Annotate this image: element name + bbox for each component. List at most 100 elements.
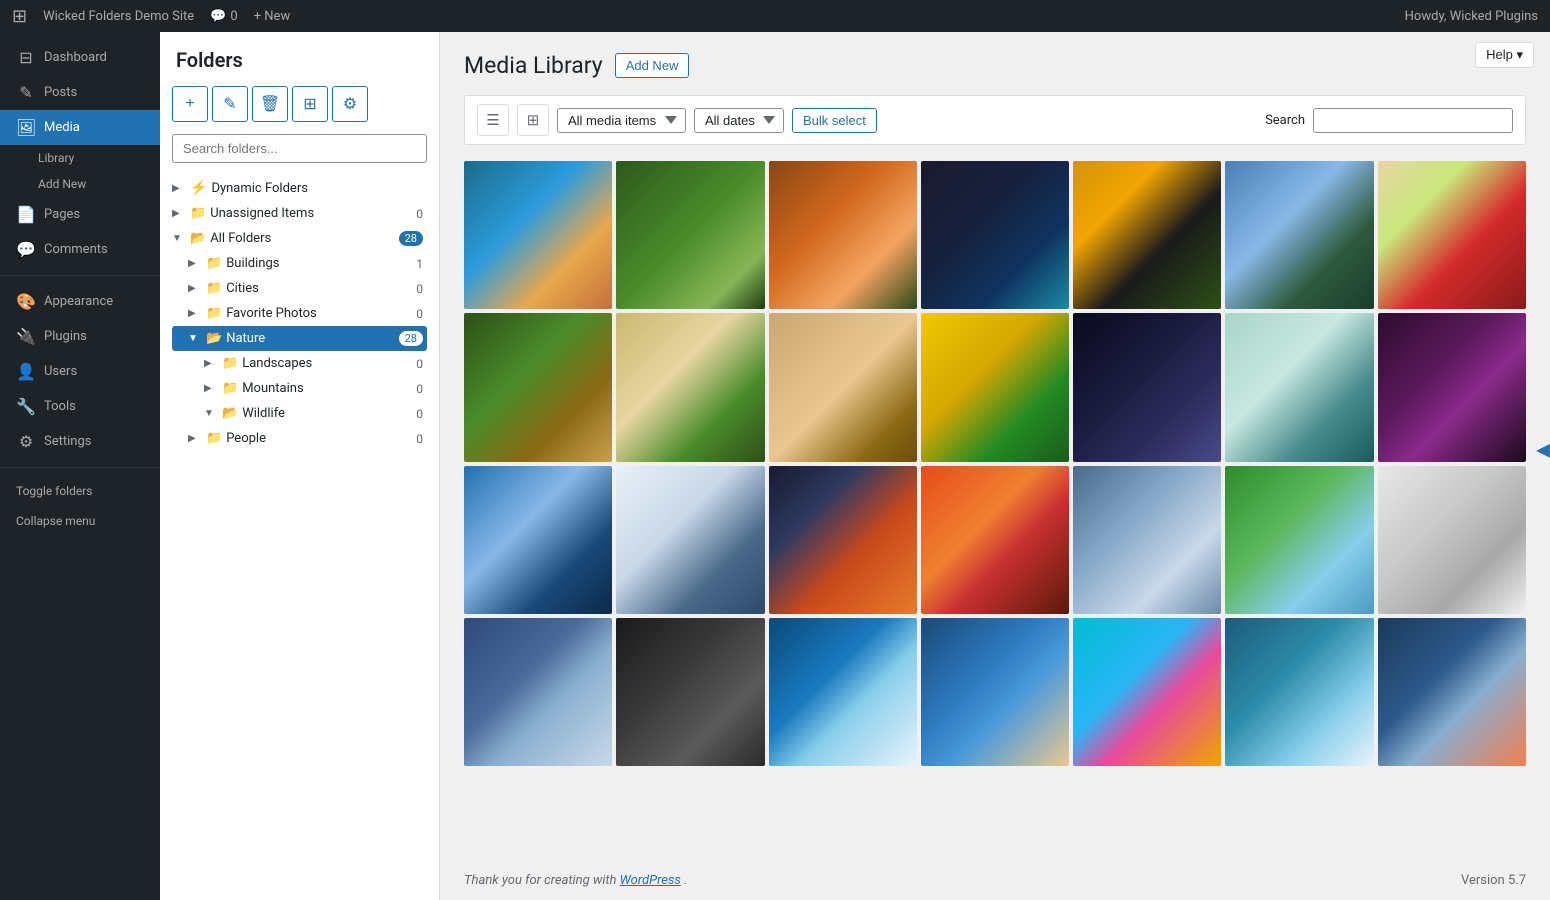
sidebar-item-dashboard[interactable]: ⊟ Dashboard (0, 40, 160, 75)
main-layout: ⊟ Dashboard ✎ Posts 🖼 Media ◀ Library Ad… (0, 32, 1550, 900)
media-item[interactable] (769, 161, 917, 309)
tree-item-dynamic-folders[interactable]: ▶ ⚡ Dynamic Folders (172, 175, 427, 201)
page-title: Media Library (464, 52, 603, 79)
media-item[interactable] (464, 618, 612, 766)
search-input[interactable] (1313, 108, 1513, 133)
media-filter-select[interactable]: All media items (557, 108, 686, 133)
list-view-button[interactable]: ☰ (477, 104, 509, 136)
footer-text: Thank you for creating with (464, 873, 620, 888)
media-item[interactable] (616, 618, 764, 766)
version-text: Version 5.7 (1461, 873, 1526, 888)
media-item[interactable] (1225, 161, 1373, 309)
folder-icon: 📁 (190, 206, 206, 221)
sidebar-item-media[interactable]: 🖼 Media ◀ (0, 110, 160, 145)
media-item[interactable] (1378, 618, 1526, 766)
tree-item-unassigned[interactable]: ▶ 📁 Unassigned Items 0 (172, 201, 427, 226)
chevron-right-icon: ▶ (188, 308, 202, 319)
tree-item-landscapes[interactable]: ▶ 📁 Landscapes 0 (172, 351, 427, 376)
media-item[interactable] (921, 313, 1069, 461)
chevron-right-icon: ▶ (172, 208, 186, 219)
folder-settings-btn[interactable]: ⚙ (332, 86, 368, 122)
media-item[interactable] (464, 466, 612, 614)
tree-item-cities[interactable]: ▶ 📁 Cities 0 (172, 276, 427, 301)
add-new-button[interactable]: Add New (615, 53, 690, 78)
folders-search-input[interactable] (172, 134, 427, 163)
media-item[interactable] (921, 466, 1069, 614)
posts-icon: ✎ (16, 83, 36, 102)
comments-link[interactable]: 💬 0 (210, 9, 238, 24)
wp-logo-icon[interactable]: ⊞ (12, 6, 27, 27)
help-button[interactable]: Help ▾ (1475, 42, 1534, 68)
chevron-down-icon: ▼ (204, 408, 218, 419)
add-nested-folder-btn[interactable]: ⊞ (292, 86, 328, 122)
grid-view-button[interactable]: ⊞ (517, 104, 549, 136)
sidebar-item-posts[interactable]: ✎ Posts (0, 75, 160, 110)
folder-tree: ▶ ⚡ Dynamic Folders ▶ 📁 Unassigned Items… (172, 175, 427, 451)
media-item[interactable] (1073, 313, 1221, 461)
folder-icon: 📁 (206, 306, 222, 321)
sidebar-item-tools[interactable]: 🔧 Tools (0, 389, 160, 424)
media-item[interactable] (921, 161, 1069, 309)
sidebar-item-pages[interactable]: 📄 Pages (0, 197, 160, 232)
users-icon: 👤 (16, 362, 36, 381)
sidebar-sub-library[interactable]: Library (0, 145, 160, 171)
chevron-right-icon: ▶ (188, 433, 202, 444)
bulk-select-button[interactable]: Bulk select (792, 108, 877, 133)
media-item[interactable] (464, 161, 612, 309)
media-icon: 🖼 (16, 118, 36, 137)
content-header: Media Library Add New (464, 52, 1526, 79)
wordpress-link[interactable]: WordPress (620, 873, 681, 888)
sidebar-item-users[interactable]: 👤 Users (0, 354, 160, 389)
media-item[interactable] (769, 618, 917, 766)
tree-item-all-folders[interactable]: ▼ 📂 All Folders 28 (172, 226, 427, 251)
folder-icon: 📁 (206, 431, 222, 446)
media-item[interactable] (1225, 618, 1373, 766)
media-item[interactable] (1378, 466, 1526, 614)
tree-item-favorite-photos[interactable]: ▶ 📁 Favorite Photos 0 (172, 301, 427, 326)
folders-toolbar: + ✎ 🗑 ⊞ ⚙ (172, 86, 427, 122)
sidebar-item-appearance[interactable]: 🎨 Appearance (0, 284, 160, 319)
folder-open-icon: 📂 (222, 406, 238, 421)
media-item[interactable] (616, 313, 764, 461)
toggle-folders-btn[interactable]: Toggle folders (0, 476, 160, 506)
media-item[interactable] (1225, 313, 1373, 461)
media-item[interactable] (1378, 313, 1526, 461)
tree-item-label: Dynamic Folders (211, 181, 423, 196)
tree-item-people[interactable]: ▶ 📁 People 0 (172, 426, 427, 451)
date-filter-select[interactable]: All dates (694, 108, 784, 133)
media-item[interactable] (769, 313, 917, 461)
media-item[interactable] (921, 618, 1069, 766)
media-item[interactable] (1225, 466, 1373, 614)
media-item[interactable] (769, 466, 917, 614)
media-item[interactable] (1073, 618, 1221, 766)
add-folder-btn[interactable]: + (172, 86, 208, 122)
tree-item-buildings[interactable]: ▶ 📁 Buildings 1 (172, 251, 427, 276)
tree-item-mountains[interactable]: ▶ 📁 Mountains 0 (172, 376, 427, 401)
sidebar-item-settings[interactable]: ⚙ Settings (0, 424, 160, 459)
sidebar-item-comments[interactable]: 💬 Comments (0, 232, 160, 267)
chevron-down-icon: ▼ (172, 233, 186, 244)
comments-icon: 💬 (16, 240, 36, 259)
delete-folder-btn[interactable]: 🗑 (252, 86, 288, 122)
collapse-menu-btn[interactable]: Collapse menu (0, 506, 160, 536)
sidebar-sub-add-new[interactable]: Add New (0, 171, 160, 197)
site-name[interactable]: Wicked Folders Demo Site (43, 9, 194, 24)
chevron-down-icon: ▼ (188, 333, 202, 344)
chevron-right-icon: ▶ (204, 383, 218, 394)
dynamic-folders-icon: ⚡ (190, 180, 207, 196)
tree-item-wildlife[interactable]: ▼ 📂 Wildlife 0 (172, 401, 427, 426)
new-link[interactable]: + New (254, 9, 291, 24)
media-item[interactable] (1073, 466, 1221, 614)
media-item[interactable] (464, 313, 612, 461)
edit-folder-btn[interactable]: ✎ (212, 86, 248, 122)
folder-icon: 📁 (222, 381, 238, 396)
content-area: Help ▾ Media Library Add New ☰ ⊞ All med… (440, 32, 1550, 900)
sidebar-item-plugins[interactable]: 🔌 Plugins (0, 319, 160, 354)
media-item[interactable] (1073, 161, 1221, 309)
chevron-right-icon: ▶ (188, 258, 202, 269)
media-item[interactable] (616, 466, 764, 614)
media-item[interactable] (1378, 161, 1526, 309)
sidebar-divider (0, 275, 160, 276)
tree-item-nature[interactable]: ▼ 📂 Nature 28 (172, 326, 427, 351)
media-item[interactable] (616, 161, 764, 309)
